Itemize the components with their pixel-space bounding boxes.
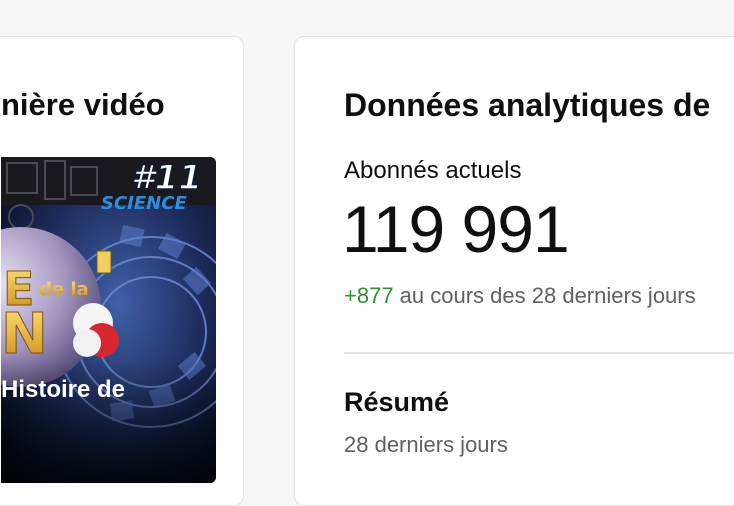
- current-subscribers-count: 119 991: [342, 192, 570, 266]
- logo-text-de-la: de la: [39, 279, 89, 300]
- subscribers-change-text: au cours des 28 derniers jours: [393, 283, 696, 308]
- latest-video-card: nière vidéo #11 SCIENCE E de la N Histoi…: [0, 36, 244, 506]
- subscribers-change: +877 au cours des 28 derniers jours: [344, 283, 696, 309]
- summary-heading: Résumé: [344, 387, 450, 417]
- current-subscribers-label: Abonnés actuels: [344, 157, 522, 184]
- analytics-heading: Données analytiques de: [344, 87, 711, 123]
- summary-period: 28 derniers jours: [344, 432, 508, 457]
- thumbnail-title: Histoire de: [1, 376, 125, 403]
- category-badge: SCIENCE: [101, 193, 187, 214]
- latest-video-heading: nière vidéo: [1, 87, 165, 122]
- subscribers-change-value: +877: [344, 283, 394, 308]
- divider: [344, 352, 734, 354]
- episode-badge: #11: [131, 158, 202, 198]
- video-thumbnail[interactable]: #11 SCIENCE E de la N Histoire de: [1, 157, 216, 483]
- channel-analytics-card: Données analytiques de Abonnés actuels 1…: [294, 36, 734, 506]
